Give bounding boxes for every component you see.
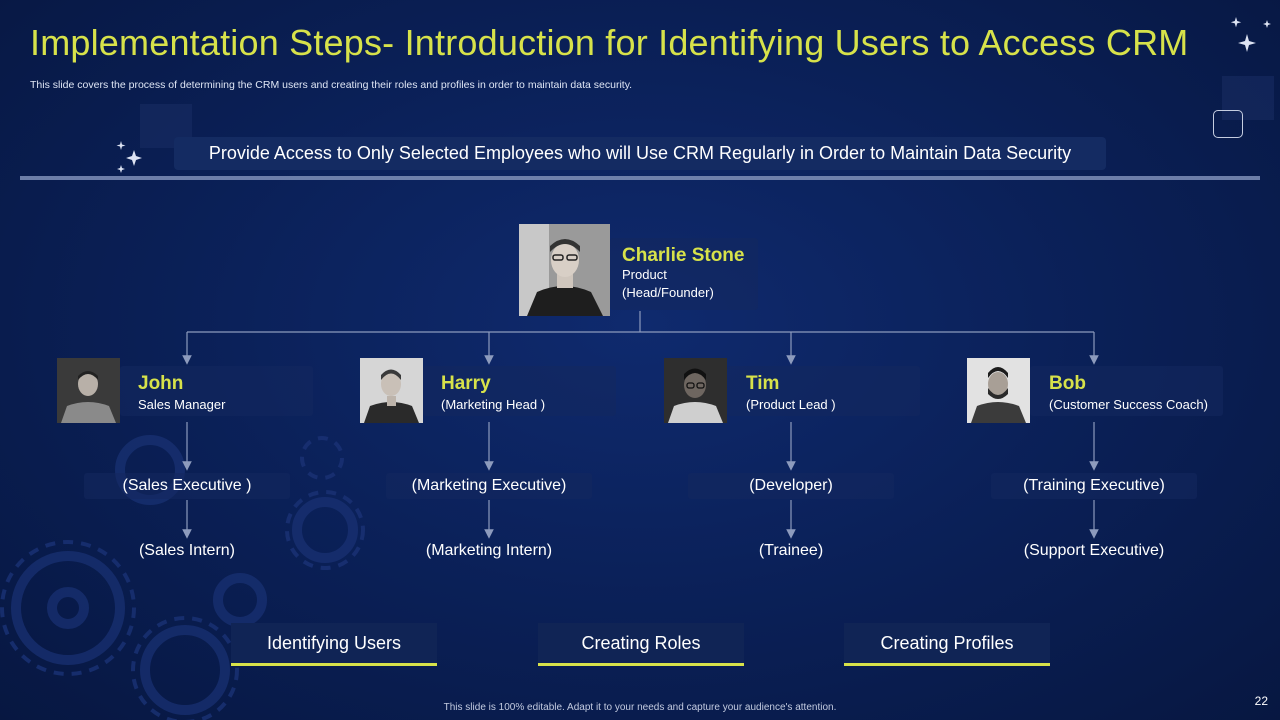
- report-role-level2: (Marketing Intern): [425, 542, 553, 559]
- report-role-level1: (Training Executive): [991, 473, 1197, 499]
- manager-name: John: [138, 373, 184, 394]
- manager-role: Sales Manager: [138, 397, 226, 412]
- page-number: 22: [1254, 694, 1268, 708]
- step-creating-roles: Creating Roles: [538, 623, 744, 666]
- person-photo-icon: [664, 358, 727, 423]
- step-identifying-users: Identifying Users: [231, 623, 437, 666]
- person-photo-icon: [967, 358, 1030, 423]
- decor-outline-box: [1213, 110, 1243, 138]
- manager-photo: [664, 358, 727, 423]
- manager-name: Harry: [441, 373, 491, 394]
- head-photo: [519, 224, 610, 316]
- slide: Implementation Steps- Introduction for I…: [0, 0, 1280, 720]
- report-role-level2: (Sales Intern): [138, 542, 236, 559]
- report-role-level1: (Developer): [688, 473, 894, 499]
- divider: [20, 176, 1260, 180]
- manager-photo: [967, 358, 1030, 423]
- manager-role: (Customer Success Coach): [1049, 397, 1208, 412]
- head-role-line2: (Head/Founder): [622, 285, 714, 300]
- report-role-level2: (Support Executive): [1023, 542, 1165, 559]
- manager-role: (Marketing Head ): [441, 397, 546, 412]
- person-photo-icon: [519, 224, 610, 316]
- banner-text: Provide Access to Only Selected Employee…: [208, 143, 1072, 163]
- manager-role: (Product Lead ): [746, 397, 836, 412]
- page-subtitle: This slide covers the process of determi…: [30, 79, 633, 91]
- head-role-line1: Product: [622, 267, 667, 282]
- manager-name: Bob: [1049, 373, 1086, 394]
- footer-note: This slide is 100% editable. Adapt it to…: [443, 702, 837, 713]
- report-role-level1: (Marketing Executive): [386, 473, 592, 499]
- banner: Provide Access to Only Selected Employee…: [174, 137, 1106, 170]
- head-name: Charlie Stone: [622, 245, 745, 266]
- report-role-level1: (Sales Executive ): [84, 473, 290, 499]
- manager-photo: [57, 358, 120, 423]
- manager-photo: [360, 358, 423, 423]
- manager-name: Tim: [746, 373, 780, 394]
- report-role-level2: (Trainee): [758, 542, 824, 559]
- page-title: Implementation Steps- Introduction for I…: [30, 22, 1189, 63]
- person-photo-icon: [360, 358, 423, 423]
- background-graphics: [0, 17, 1271, 720]
- step-creating-profiles: Creating Profiles: [844, 623, 1050, 666]
- person-photo-icon: [57, 358, 120, 423]
